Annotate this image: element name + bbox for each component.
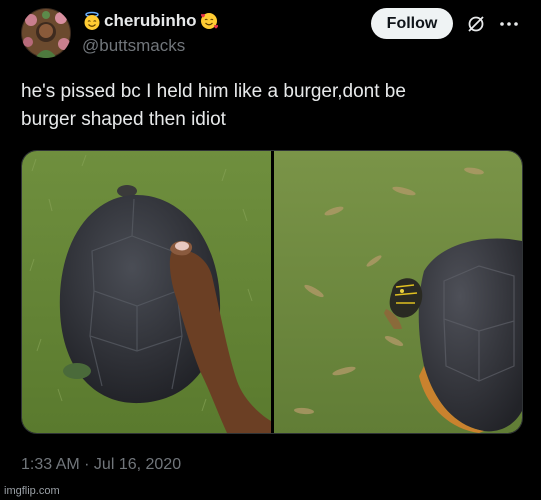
- tweet-media[interactable]: [21, 150, 523, 434]
- smiling-face-with-hearts-icon: [199, 11, 219, 31]
- tweet-text-line: burger shaped then idiot: [21, 109, 226, 130]
- tweet-text-line: he's pissed bc I held him like a burger,…: [21, 81, 406, 102]
- smiling-face-with-halo-icon: [82, 11, 102, 31]
- follow-button[interactable]: Follow: [371, 8, 453, 39]
- user-handle[interactable]: @buttsmacks: [82, 36, 185, 56]
- avatar[interactable]: [21, 8, 71, 58]
- display-name[interactable]: cherubinho: [104, 11, 197, 31]
- tweet-text: he's pissed bc I held him like a burger,…: [21, 78, 521, 134]
- author-name-row[interactable]: cherubinho: [82, 10, 219, 32]
- hand-holding-turtle-photo[interactable]: [22, 151, 271, 433]
- watermark: imgflip.com: [4, 485, 60, 497]
- more-options-icon[interactable]: [498, 14, 520, 34]
- tweet-timestamp[interactable]: 1:33 AM · Jul 16, 2020: [21, 456, 181, 474]
- grok-icon[interactable]: [466, 14, 486, 34]
- turtle-on-grass-photo[interactable]: [274, 151, 522, 433]
